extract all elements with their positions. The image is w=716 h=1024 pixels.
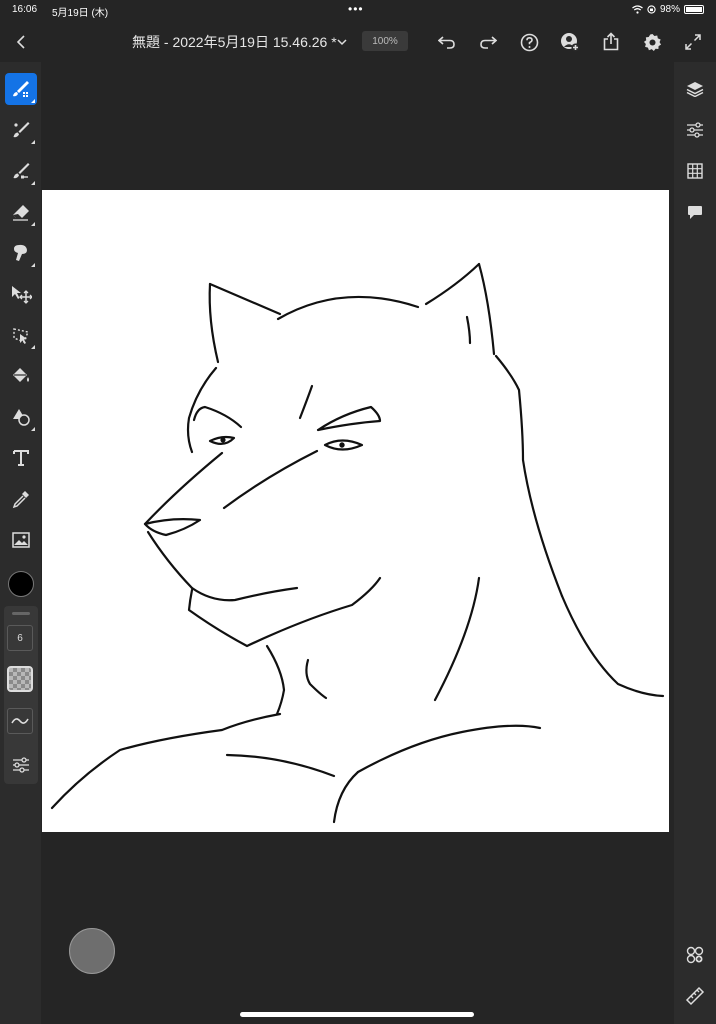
brush-opacity-swatch[interactable] xyxy=(7,666,33,692)
document-title[interactable]: 無題 - 2022年5月19日 15.46.26 * xyxy=(132,32,337,52)
smoothing-control[interactable] xyxy=(7,708,33,734)
layer-properties-icon[interactable] xyxy=(684,119,706,141)
settings-gear-icon[interactable] xyxy=(641,31,663,53)
ruler-icon[interactable] xyxy=(684,985,706,1007)
pixel-brush-tool-icon xyxy=(13,81,29,97)
vector-brush-tool[interactable] xyxy=(5,155,37,187)
move-transform-tool[interactable] xyxy=(5,278,37,310)
multitasking-dots[interactable]: ••• xyxy=(348,2,364,16)
text-tool-icon xyxy=(13,450,29,466)
smudge-tool-icon xyxy=(14,244,27,261)
shape-tool-icon xyxy=(13,409,30,426)
pixel-brush-tool[interactable] xyxy=(5,73,37,105)
touch-shortcut-button[interactable] xyxy=(69,928,115,974)
selection-tool-icon xyxy=(13,328,29,344)
orientation-lock-icon xyxy=(647,5,656,14)
undo-icon[interactable] xyxy=(436,31,458,53)
zoom-level[interactable]: 100% xyxy=(362,31,408,51)
selection-tool[interactable] xyxy=(5,319,37,351)
status-bar: 16:06 5月19日 (木) ••• 98% xyxy=(0,0,716,20)
drawing-canvas[interactable] xyxy=(42,190,669,832)
fill-tool[interactable] xyxy=(5,360,37,392)
status-date: 5月19日 (木) xyxy=(52,8,109,19)
live-brush-tool-icon xyxy=(13,122,30,138)
right-toolbar xyxy=(674,62,716,1024)
image-tool[interactable] xyxy=(5,524,37,556)
smoothing-icon xyxy=(11,718,29,724)
image-tool-icon xyxy=(12,532,30,548)
chevron-down-icon[interactable] xyxy=(334,34,350,50)
brush-settings-icon xyxy=(13,757,29,773)
color-swatch[interactable] xyxy=(8,571,34,597)
vector-brush-tool-icon xyxy=(13,163,30,179)
eraser-tool-icon xyxy=(13,205,29,221)
invite-user-icon[interactable] xyxy=(559,31,581,53)
back-icon[interactable] xyxy=(12,32,32,52)
status-right: 98% xyxy=(632,4,704,15)
move-transform-tool-icon xyxy=(12,286,32,304)
comments-icon[interactable] xyxy=(684,201,706,223)
live-brush-tool[interactable] xyxy=(5,114,37,146)
brush-size[interactable]: 6 xyxy=(7,625,33,651)
left-toolbar: 6 xyxy=(0,62,41,1024)
eraser-tool[interactable] xyxy=(5,196,37,228)
status-time: 16:06 xyxy=(12,4,38,15)
battery-percent: 98% xyxy=(659,4,680,15)
wifi-icon xyxy=(632,5,643,14)
panel-grip[interactable] xyxy=(12,612,30,615)
shape-tool[interactable] xyxy=(5,401,37,433)
brush-settings-control[interactable] xyxy=(8,752,34,778)
timelapse-share-icon[interactable] xyxy=(684,944,706,966)
smudge-tool[interactable] xyxy=(5,237,37,269)
sketch-artwork xyxy=(50,262,665,824)
fill-tool-icon xyxy=(13,368,29,382)
layers-icon[interactable] xyxy=(684,78,706,100)
fullscreen-icon[interactable] xyxy=(683,32,703,52)
grid-icon[interactable] xyxy=(684,160,706,182)
text-tool[interactable] xyxy=(5,442,37,474)
share-icon[interactable] xyxy=(600,30,622,52)
redo-icon[interactable] xyxy=(477,31,499,53)
home-indicator[interactable] xyxy=(240,1012,474,1017)
eyedropper-tool[interactable] xyxy=(5,483,37,515)
battery-icon xyxy=(684,5,704,14)
help-icon[interactable] xyxy=(518,31,540,53)
eyedropper-tool-icon xyxy=(12,491,29,509)
top-toolbar: 無題 - 2022年5月19日 15.46.26 * 100% xyxy=(0,22,716,62)
